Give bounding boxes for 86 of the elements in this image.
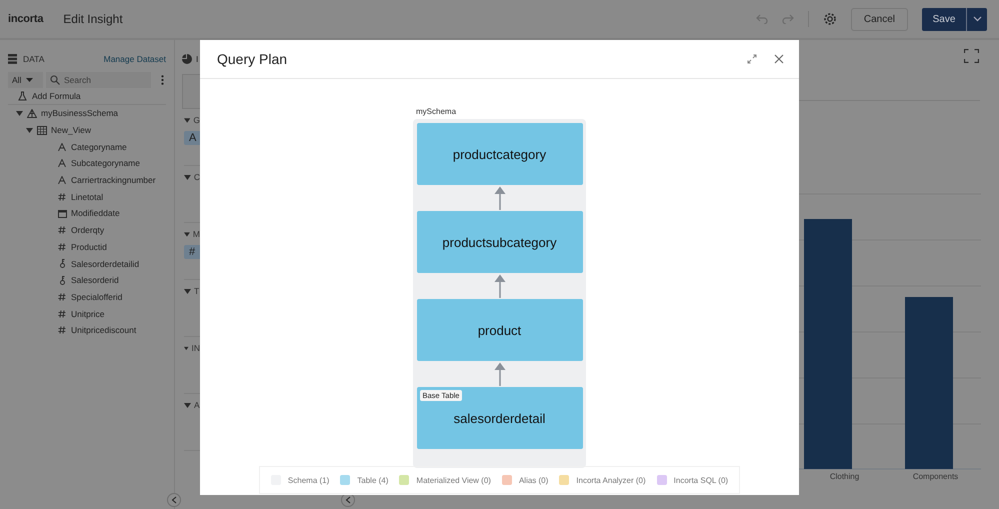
- number-type-icon: [57, 226, 67, 234]
- chart-thumbnail[interactable]: [182, 74, 201, 109]
- manage-dataset-link[interactable]: Manage Dataset: [104, 54, 166, 64]
- caret-icon[interactable]: [184, 118, 190, 122]
- expand-icon[interactable]: [747, 54, 757, 64]
- key-icon: [57, 259, 67, 268]
- table-icon: [37, 126, 47, 135]
- tree-item[interactable]: Productid: [71, 242, 107, 252]
- caret-icon[interactable]: [184, 346, 188, 350]
- legend-label: Materialized View (0): [416, 476, 491, 484]
- tree-item[interactable]: Carriertrackingnumber: [71, 175, 156, 186]
- caret-icon[interactable]: [26, 126, 33, 134]
- logo: incorta: [8, 13, 44, 25]
- schema-icon: [27, 108, 37, 118]
- search-icon: [50, 75, 60, 85]
- tree-item[interactable]: Specialofferid: [71, 292, 122, 302]
- tree-item[interactable]: Modifieddate: [71, 208, 120, 218]
- search-input[interactable]: Search: [64, 75, 144, 85]
- tree-item[interactable]: Unitprice: [71, 308, 105, 319]
- search-field[interactable]: Search: [46, 72, 151, 88]
- section-title: IN: [192, 343, 200, 353]
- pie-icon: [182, 54, 192, 64]
- save-options-button[interactable]: [966, 8, 987, 30]
- number-type-icon: [57, 242, 67, 251]
- caret-icon: [972, 16, 982, 22]
- schema-label: mySchema: [416, 107, 458, 116]
- legend-label: Alias (0): [518, 476, 548, 484]
- table-node[interactable]: product: [416, 299, 582, 361]
- tree-item[interactable]: New_View: [51, 125, 92, 136]
- tree-item[interactable]: Unitpricediscount: [71, 325, 136, 336]
- tree-item[interactable]: Subcategoryname: [71, 158, 140, 168]
- section-title: T: [194, 286, 200, 296]
- caret-icon: [26, 78, 34, 82]
- tree-item[interactable]: Salesorderdetailid: [71, 258, 140, 269]
- table-node[interactable]: productsubcategory: [416, 211, 582, 273]
- number-type-icon: [57, 292, 67, 301]
- tree-item[interactable]: Salesorderid: [71, 275, 119, 286]
- arrow: [494, 362, 506, 386]
- legend-label: Incorta SQL (0): [674, 476, 728, 484]
- text-type-icon: [57, 142, 67, 151]
- arrow: [494, 274, 506, 298]
- add-formula-item[interactable]: Add Formula: [32, 91, 81, 101]
- tree-item[interactable]: Categoryname: [71, 142, 127, 152]
- more-icon[interactable]: [161, 75, 164, 85]
- number-type-icon: [57, 310, 67, 318]
- number-type-icon: [57, 192, 67, 201]
- cancel-button[interactable]: Cancel: [850, 8, 908, 30]
- field-pill[interactable]: A: [184, 131, 202, 145]
- caret-icon[interactable]: [184, 288, 191, 294]
- page-title: Edit Insight: [63, 12, 123, 26]
- text-type-icon: [57, 176, 67, 184]
- fullscreen-icon[interactable]: [964, 49, 979, 63]
- section-title: C: [194, 172, 200, 182]
- caret-icon[interactable]: [184, 402, 191, 408]
- database-icon: [8, 54, 17, 64]
- section-title: A: [194, 400, 200, 410]
- settings-icon[interactable]: [822, 12, 837, 26]
- dialog-title: Query Plan: [217, 51, 288, 67]
- number-type-icon: [57, 326, 67, 334]
- legend-label: Table (4): [357, 476, 388, 484]
- section-title: M: [192, 229, 200, 239]
- section-title: G: [193, 115, 200, 125]
- table-node[interactable]: productcategory: [416, 123, 582, 185]
- tree-item[interactable]: Orderqty: [71, 225, 104, 236]
- axis-label: Components: [912, 472, 960, 481]
- flask-icon: [18, 91, 27, 101]
- arrow: [494, 186, 506, 210]
- chevron-left-icon: [345, 496, 351, 504]
- caret-icon[interactable]: [184, 174, 191, 180]
- panel-title: DATA: [23, 54, 44, 64]
- caret-icon[interactable]: [16, 110, 23, 117]
- caret-icon[interactable]: [184, 232, 190, 236]
- panel-title: I: [196, 54, 198, 64]
- filter-dropdown[interactable]: All: [8, 72, 43, 88]
- save-button[interactable]: Save: [922, 8, 966, 30]
- legend-label: Incorta Analyzer (0): [576, 476, 646, 484]
- axis-label: Clothing: [828, 472, 860, 481]
- chevron-left-icon: [171, 496, 177, 504]
- legend-label: Schema (1): [288, 476, 330, 484]
- tree-item[interactable]: Linetotal: [71, 192, 104, 202]
- tree-item[interactable]: myBusinessSchema: [41, 108, 118, 118]
- calendar-icon: [57, 208, 67, 218]
- text-type-icon: [57, 159, 67, 168]
- key-icon: [57, 276, 67, 285]
- close-icon[interactable]: [774, 54, 784, 64]
- field-pill[interactable]: #: [184, 245, 200, 259]
